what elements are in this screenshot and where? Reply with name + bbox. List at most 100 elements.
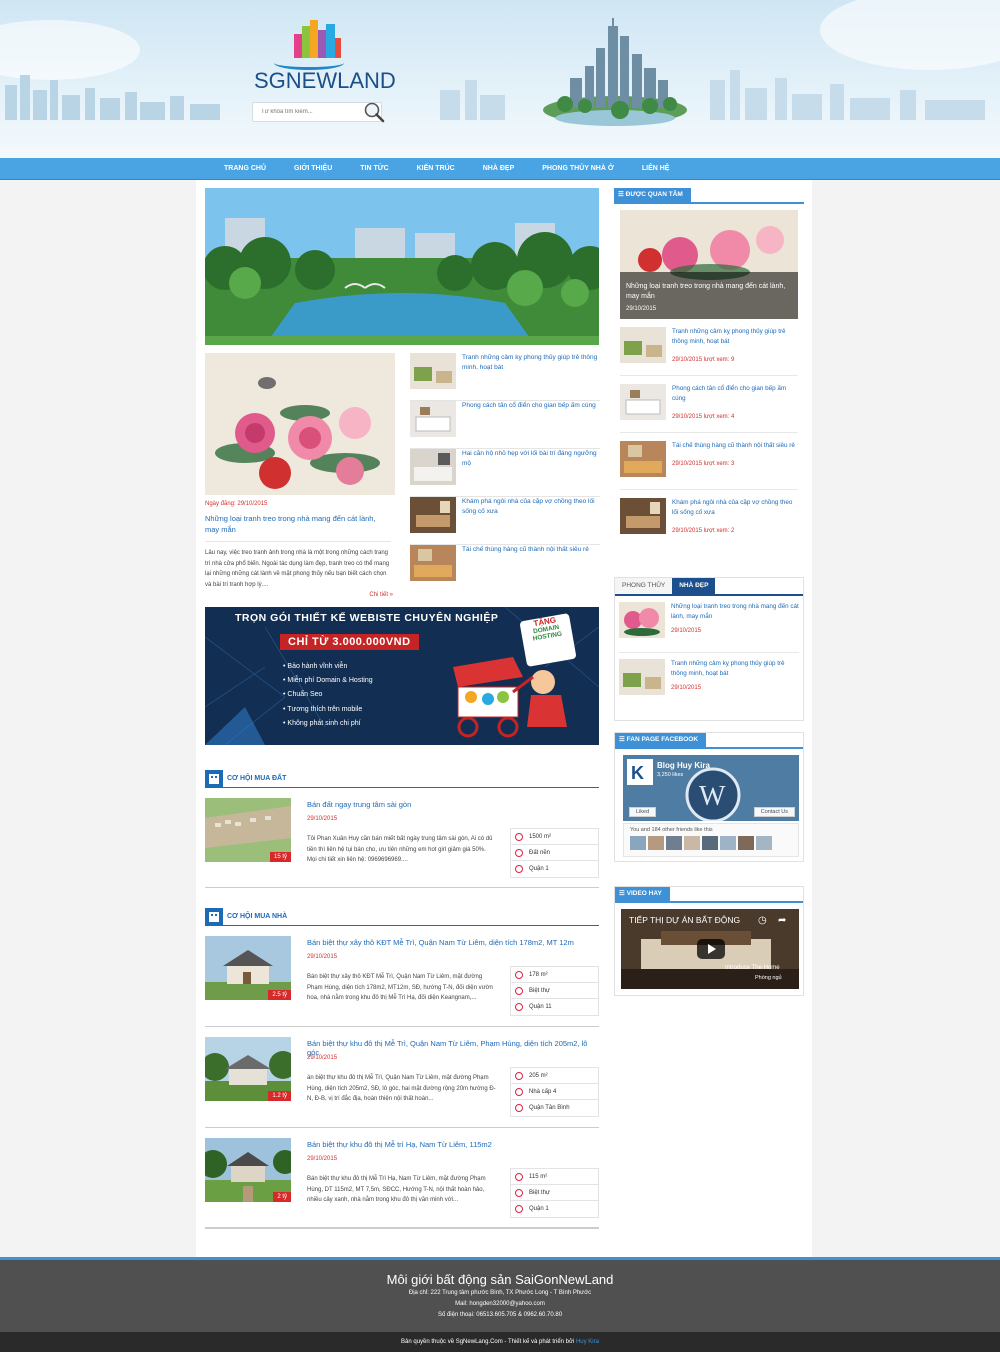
featured-article: Ngày đăng: 29/10/2015 Những loại tranh t… (205, 353, 395, 598)
video-player[interactable]: TIẾP THỊ DỰ ÁN BẤT ĐỘNG ◷ ➦ Introduce Th… (621, 909, 799, 989)
article-meta: 29/10/2015 lượt xem: 3 (672, 461, 735, 467)
property-listing[interactable]: 1.2 tỷ Bán biệt thự khu đô thị Mễ Trì, Q… (205, 1027, 599, 1128)
list-item[interactable]: Tranh những cảm kỵ phong thủy giúp trẻ t… (620, 319, 798, 376)
property-image[interactable]: 15 tỷ (205, 798, 291, 862)
avatar[interactable] (666, 836, 682, 850)
facebook-contact-button[interactable]: Contact Us (753, 807, 795, 817)
property-description: Bán biệt thự xây thô KĐT Mễ Trì, Quận Na… (307, 974, 493, 1001)
sidebar: ☰ ĐƯỢC QUAN TÂM Những loại tranh treo tr… (614, 188, 804, 996)
list-item[interactable]: Phong cách tân cổ điển cho gian bếp ấm c… (620, 376, 798, 433)
property-title[interactable]: Bán đất ngay trung tâm sài gòn (307, 800, 597, 809)
nav-item-news[interactable]: TIN TỨC (346, 158, 402, 180)
footer-email[interactable]: Mail: hongden32000@yahoo.com (0, 1301, 1000, 1307)
popular-feature-date: 29/10/2015 (626, 306, 657, 312)
banner-feature-item: • Không phát sinh chi phí (283, 719, 361, 727)
list-item[interactable]: Tranh những cảm kỵ phong thủy giúp trẻ t… (619, 653, 799, 710)
property-title[interactable]: Bán biệt thự khu đô thị Mễ Trì, Quận Nam… (307, 1039, 597, 1057)
list-item[interactable]: Phong cách tân cổ điển cho gian bếp ấm c… (410, 401, 600, 449)
site-logo[interactable]: SGNEWLAND (252, 18, 396, 98)
widget-header: ☰ ĐƯỢC QUAN TÂM (614, 188, 804, 204)
property-description: Tôi Phan Xuân Huy cần bán miết bất ngày … (307, 836, 493, 863)
search-icon[interactable] (363, 101, 385, 123)
property-title[interactable]: Bán biệt thự xây thô KĐT Mễ Trì, Quận Na… (307, 938, 597, 947)
list-item[interactable]: Khám phá ngôi nhà của cặp vợ chồng theo … (410, 497, 600, 545)
avatar[interactable] (630, 836, 646, 850)
svg-text:W: W (699, 781, 726, 812)
property-date: 29/10/2015 (307, 816, 338, 822)
video-title: TIẾP THỊ DỰ ÁN BẤT ĐỘNG (629, 915, 741, 925)
property-listing[interactable]: 2.5 tỷ Bán biệt thự xây thô KĐT Mễ Trì, … (205, 926, 599, 1027)
popular-feature[interactable]: Những loại tranh treo trong nhà mang đến… (620, 210, 798, 319)
facebook-liked-button[interactable]: Liked (629, 807, 657, 817)
footer-address: Địa chỉ: 222 Trung tâm phước Bình, TX Ph… (408, 1290, 592, 1296)
list-item[interactable]: Hai căn hộ nhỏ hẹp với lối bài trí đáng … (410, 449, 600, 497)
nav-item-contact[interactable]: LIÊN HỆ (628, 158, 684, 180)
list-item[interactable]: Tranh những cảm kỵ phong thủy giúp trẻ t… (410, 353, 600, 401)
property-image[interactable]: 2 tỷ (205, 1138, 291, 1202)
website-design-ad-banner[interactable]: TRỌN GÓI THIẾT KẾ WEBISTE CHUYÊN NGHIỆP … (205, 607, 599, 745)
price-badge: 1.2 tỷ (268, 1091, 291, 1101)
nav-item-home[interactable]: TRANG CHỦ (210, 158, 280, 180)
hero-slider-image[interactable] (205, 188, 599, 345)
article-title: Tranh những cảm kỵ phong thủy giúp trẻ t… (671, 660, 785, 677)
copyright-text: Bản quyền thuộc về SgNewLang.Com - Thiết… (401, 1339, 575, 1345)
map-pin-icon (515, 1205, 523, 1213)
featured-excerpt: Lâu nay, việc treo tranh ảnh trong nhà l… (205, 541, 391, 590)
property-image[interactable]: 2.5 tỷ (205, 936, 291, 1000)
share-icon[interactable]: ➦ (778, 915, 786, 926)
featured-title[interactable]: Những loại tranh treo trong nhà mang đến… (205, 513, 390, 535)
article-thumbnail (620, 327, 666, 363)
property-date: 29/10/2015 (307, 954, 338, 960)
tab-feng-shui[interactable]: PHONG THỦY (615, 578, 673, 594)
site-header: SGNEWLAND (0, 0, 1000, 158)
eye-icon (515, 848, 523, 857)
list-item[interactable]: Khám phá ngôi nhà của cặp vợ chồng theo … (620, 490, 798, 547)
tab-beautiful-homes[interactable]: NHÀ ĐẸP (672, 578, 716, 594)
play-button[interactable] (697, 939, 725, 959)
area-attribute: 205 m² (511, 1068, 598, 1084)
avatar[interactable] (648, 836, 664, 850)
banner-feature-item: • Bảo hành vĩnh viễn (283, 663, 348, 670)
tab-bar: PHONG THỦY NHÀ ĐẸP (615, 578, 803, 596)
article-title: Tranh những cảm kỵ phong thủy giúp trẻ t… (672, 328, 786, 345)
avatar[interactable] (756, 836, 772, 850)
article-title: Tranh những cảm kỵ phong thủy giúp trẻ t… (462, 354, 598, 371)
district-attribute: Quận Tân Bình (511, 1100, 598, 1116)
nav-item-about[interactable]: GIỚI THIỆU (280, 158, 346, 180)
article-title: Phong cách tân cổ điển cho gian bếp ấm c… (672, 385, 787, 402)
featured-article-image[interactable] (205, 353, 395, 495)
avatar[interactable] (738, 836, 754, 850)
property-listing[interactable]: 15 tỷ Bán đất ngay trung tâm sài gòn 29/… (205, 788, 599, 888)
list-item[interactable]: Tái chế thùng hàng cũ thành nội thất siê… (620, 433, 798, 490)
list-item[interactable]: Những loại tranh treo trong nhà mang đến… (619, 596, 799, 653)
property-attributes: 205 m² Nhà cấp 4 Quận Tân Bình (510, 1067, 599, 1117)
land-opportunities-section: CƠ HỘI MUA ĐẤT 15 tỷ Bán đất ngay trung … (205, 769, 599, 888)
article-thumbnail (410, 545, 456, 581)
nav-item-beautiful-homes[interactable]: NHÀ ĐẸP (469, 158, 529, 180)
nav-item-feng-shui[interactable]: PHONG THỦY NHÀ Ở (528, 158, 628, 180)
area-icon (515, 832, 523, 841)
property-listing[interactable]: 2 tỷ Bán biệt thự khu đô thị Mễ trì Hạ, … (205, 1128, 599, 1229)
search-input[interactable] (253, 103, 353, 121)
property-title[interactable]: Bán biệt thự khu đô thị Mễ trì Hạ, Nam T… (307, 1140, 597, 1149)
avatar[interactable] (684, 836, 700, 850)
avatar[interactable] (720, 836, 736, 850)
left-skyline-image (5, 75, 220, 120)
author-link[interactable]: Huy Kira (576, 1339, 599, 1345)
clock-icon[interactable]: ◷ (758, 915, 767, 926)
avatar[interactable] (702, 836, 718, 850)
price-badge: 2 tỷ (273, 1192, 291, 1202)
hero-park-image (205, 188, 599, 345)
list-item[interactable]: Tái chế thùng hàng cũ thành nội thất siê… (410, 545, 600, 593)
article-title: Khám phá ngôi nhà của cặp vợ chồng theo … (462, 498, 595, 515)
featured-read-more-link[interactable]: Chi tiết » (205, 592, 395, 598)
facebook-cover-image[interactable]: W K Blog Huy Kira 3,250 likes Liked Conta… (623, 755, 799, 821)
property-image[interactable]: 1.2 tỷ (205, 1037, 291, 1101)
property-date: 29/10/2015 (307, 1156, 338, 1162)
facebook-friends-box: You and 184 other friends like this (623, 823, 799, 857)
facebook-page-name[interactable]: Blog Huy Kira (657, 761, 710, 770)
nav-item-architecture[interactable]: KIẾN TRÚC (403, 158, 469, 180)
map-pin-icon (515, 1003, 523, 1011)
article-thumbnail (619, 659, 665, 695)
article-thumbnail (410, 353, 456, 389)
